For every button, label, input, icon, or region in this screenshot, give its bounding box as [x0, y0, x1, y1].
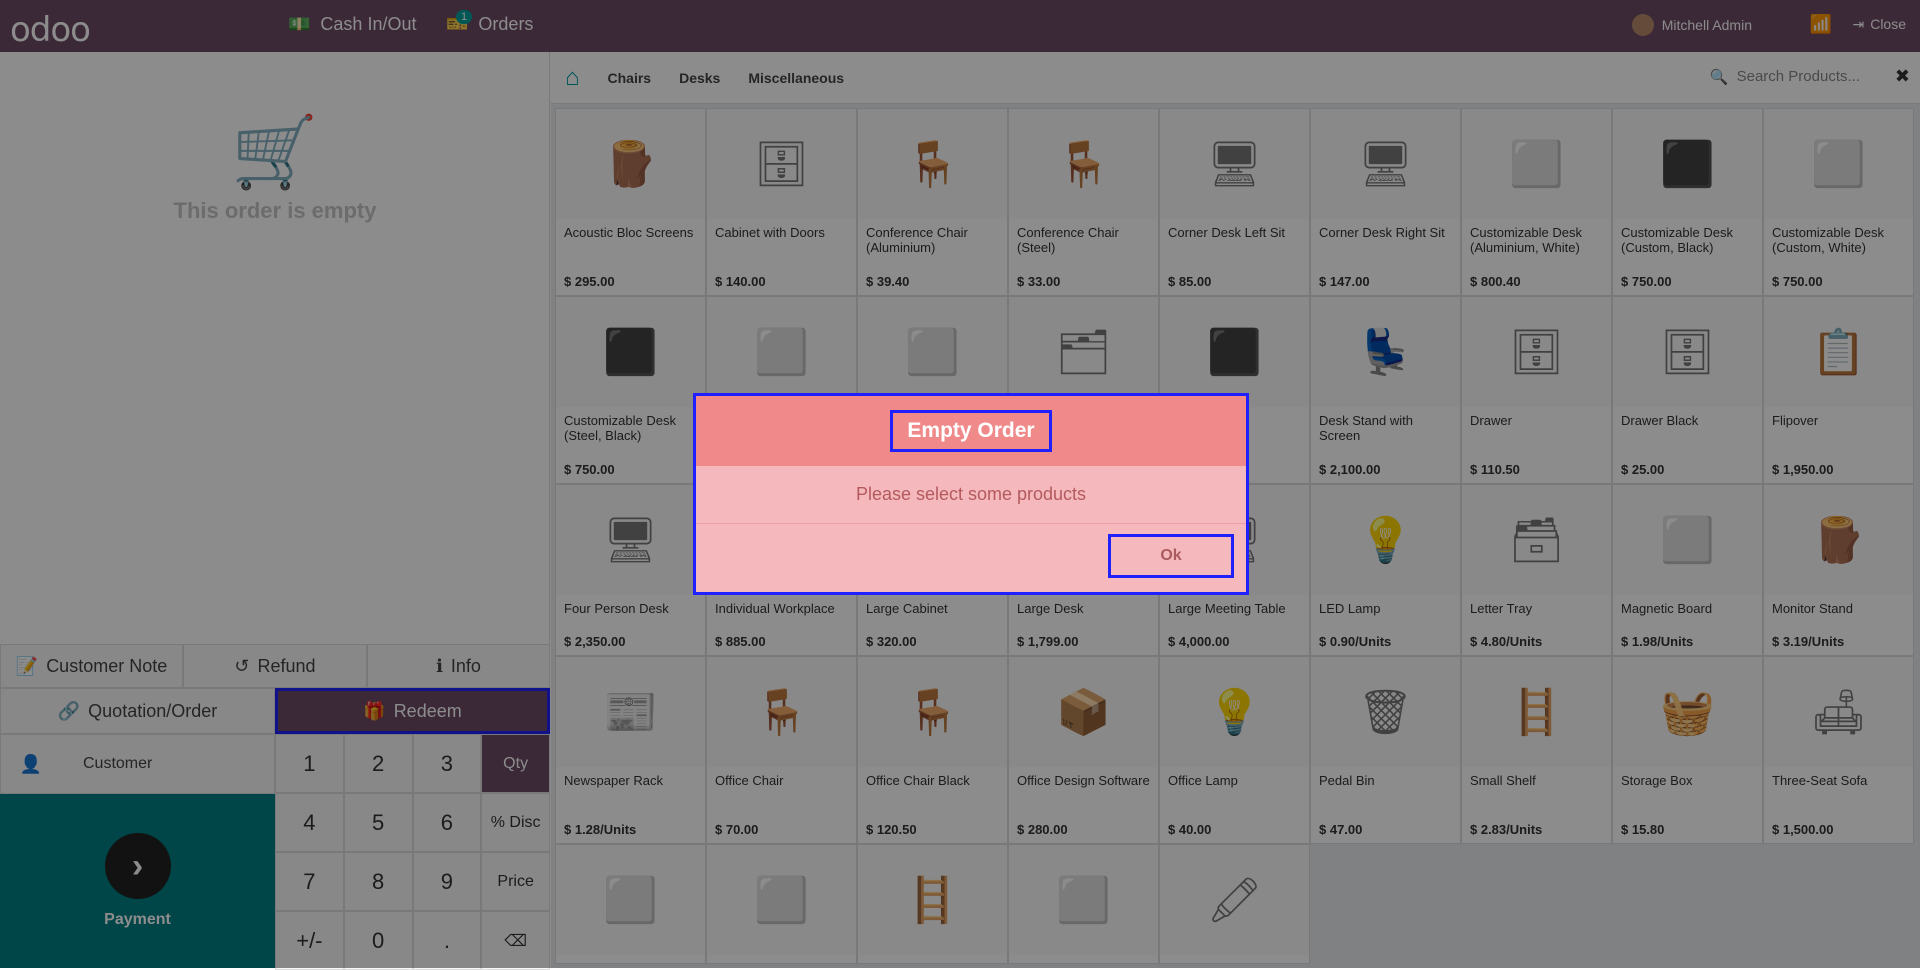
dialog-message: Please select some products	[696, 466, 1246, 524]
ok-button[interactable]: Ok	[1108, 534, 1234, 578]
dialog-title: Empty Order	[890, 410, 1052, 452]
dialog-footer: Ok	[696, 524, 1246, 592]
empty-order-dialog: Empty Order Please select some products …	[693, 393, 1249, 595]
dialog-header: Empty Order	[696, 396, 1246, 466]
